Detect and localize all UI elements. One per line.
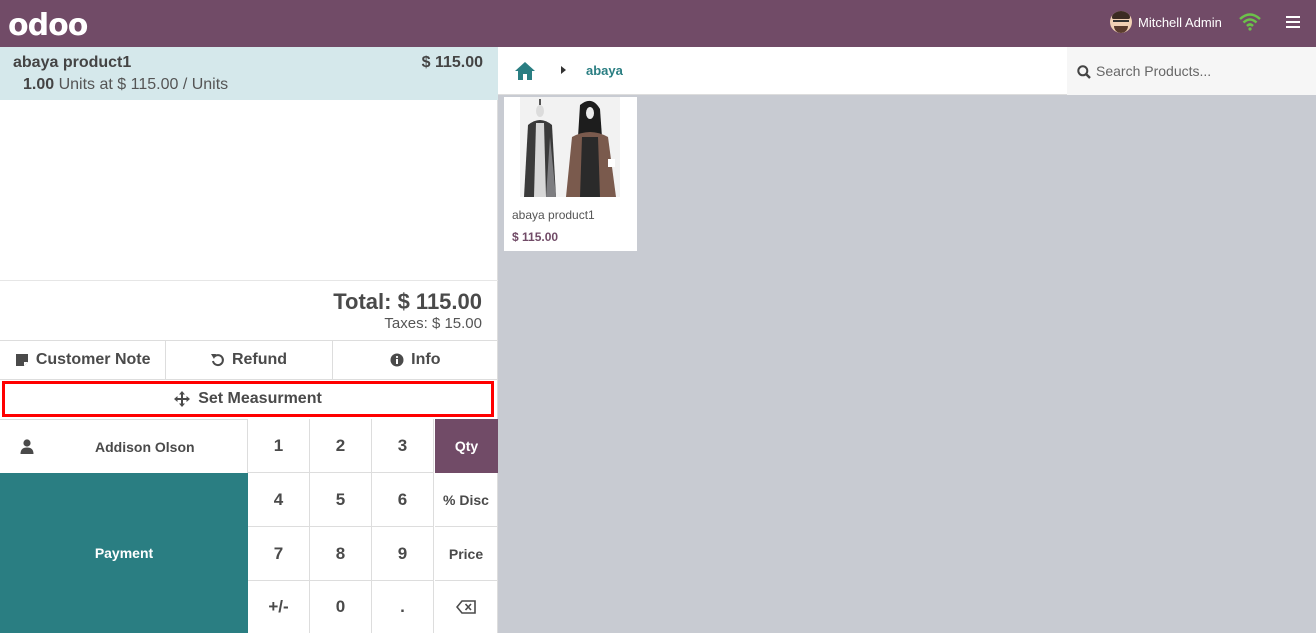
refund-label: Refund — [231, 351, 288, 368]
set-measurement-label: Set Measurment — [198, 390, 322, 407]
product-name: abaya product1 — [512, 208, 595, 222]
numpad-key-8[interactable]: 8 — [310, 527, 372, 581]
caret-right-icon — [561, 66, 566, 74]
arrows-move-icon — [174, 391, 191, 407]
numpad-key-6[interactable]: 6 — [372, 473, 434, 527]
top-bar: odoo Mitchell Admin — [0, 0, 1316, 47]
control-buttons: Customer Note Refund Info — [0, 340, 498, 380]
product-panel: abaya Search Products... abaya product1 … — [498, 47, 1316, 633]
user-avatar[interactable] — [1110, 11, 1132, 33]
backspace-button[interactable] — [435, 581, 498, 633]
payment-label: Payment — [94, 545, 154, 561]
customer-name: Addison Olson — [95, 439, 195, 455]
numpad-key-0[interactable]: 0 — [310, 581, 372, 633]
set-measurement-button[interactable]: Set Measurment — [2, 381, 494, 417]
order-line-detail: 1.00 Units at $ 115.00 / Units — [23, 76, 228, 94]
numpad-key-5[interactable]: 5 — [310, 473, 372, 527]
product-card[interactable]: abaya product1 $ 115.00 — [504, 97, 637, 251]
payment-button[interactable]: Payment — [0, 473, 248, 633]
price-mode-button[interactable]: Price — [435, 527, 498, 581]
order-summary: Total: $ 115.00 Taxes: $ 15.00 — [0, 280, 498, 340]
order-line-price: $ 115.00 — [421, 54, 483, 71]
customer-button[interactable]: Addison Olson — [0, 419, 248, 473]
product-image — [520, 97, 620, 197]
sticky-note-icon — [15, 354, 28, 366]
breadcrumb-bar: abaya — [498, 47, 1316, 95]
order-total: Total: $ 115.00 — [333, 289, 482, 314]
numpad-key-9[interactable]: 9 — [372, 527, 434, 581]
user-icon — [20, 439, 34, 454]
numpad-key-7[interactable]: 7 — [248, 527, 310, 581]
info-button[interactable]: Info — [333, 341, 498, 379]
qty-mode-button[interactable]: Qty — [435, 419, 498, 473]
search-input[interactable] — [1096, 61, 1296, 81]
wifi-icon[interactable] — [1238, 12, 1262, 32]
user-name[interactable]: Mitchell Admin — [1138, 15, 1222, 30]
breadcrumb-category[interactable]: abaya — [586, 63, 623, 78]
discount-mode-button[interactable]: % Disc — [435, 473, 498, 527]
customer-note-button[interactable]: Customer Note — [0, 341, 167, 379]
numpad: 1 2 3 Qty 4 5 6 % Disc 7 8 9 Price +/- 0… — [248, 419, 498, 633]
hamburger-menu-icon[interactable] — [1286, 16, 1300, 30]
numpad-key-2[interactable]: 2 — [310, 419, 372, 473]
backspace-icon — [456, 600, 476, 614]
product-search — [1067, 47, 1316, 95]
customer-note-label: Customer Note — [35, 351, 151, 368]
odoo-logo: odoo — [8, 8, 88, 43]
home-icon[interactable] — [514, 61, 536, 81]
numpad-key-4[interactable]: 4 — [248, 473, 310, 527]
numpad-key-decimal[interactable]: . — [372, 581, 434, 633]
product-price: $ 115.00 — [512, 230, 559, 244]
order-panel: abaya product1 $ 115.00 1.00 Units at $ … — [0, 47, 498, 633]
numpad-key-1[interactable]: 1 — [248, 419, 310, 473]
search-icon — [1077, 65, 1091, 79]
order-taxes: Taxes: $ 15.00 — [384, 315, 482, 332]
numpad-key-plus-minus[interactable]: +/- — [248, 581, 310, 633]
undo-icon — [210, 354, 224, 367]
order-line-name: abaya product1 — [13, 54, 132, 71]
refund-button[interactable]: Refund — [166, 341, 333, 379]
order-line-quantity: 1.00 — [23, 76, 55, 93]
order-line[interactable]: abaya product1 $ 115.00 1.00 Units at $ … — [0, 47, 498, 100]
order-line-unit-info: Units at $ 115.00 / Units — [58, 76, 229, 93]
info-label: Info — [411, 351, 441, 368]
info-circle-icon — [390, 353, 404, 367]
numpad-key-3[interactable]: 3 — [372, 419, 434, 473]
